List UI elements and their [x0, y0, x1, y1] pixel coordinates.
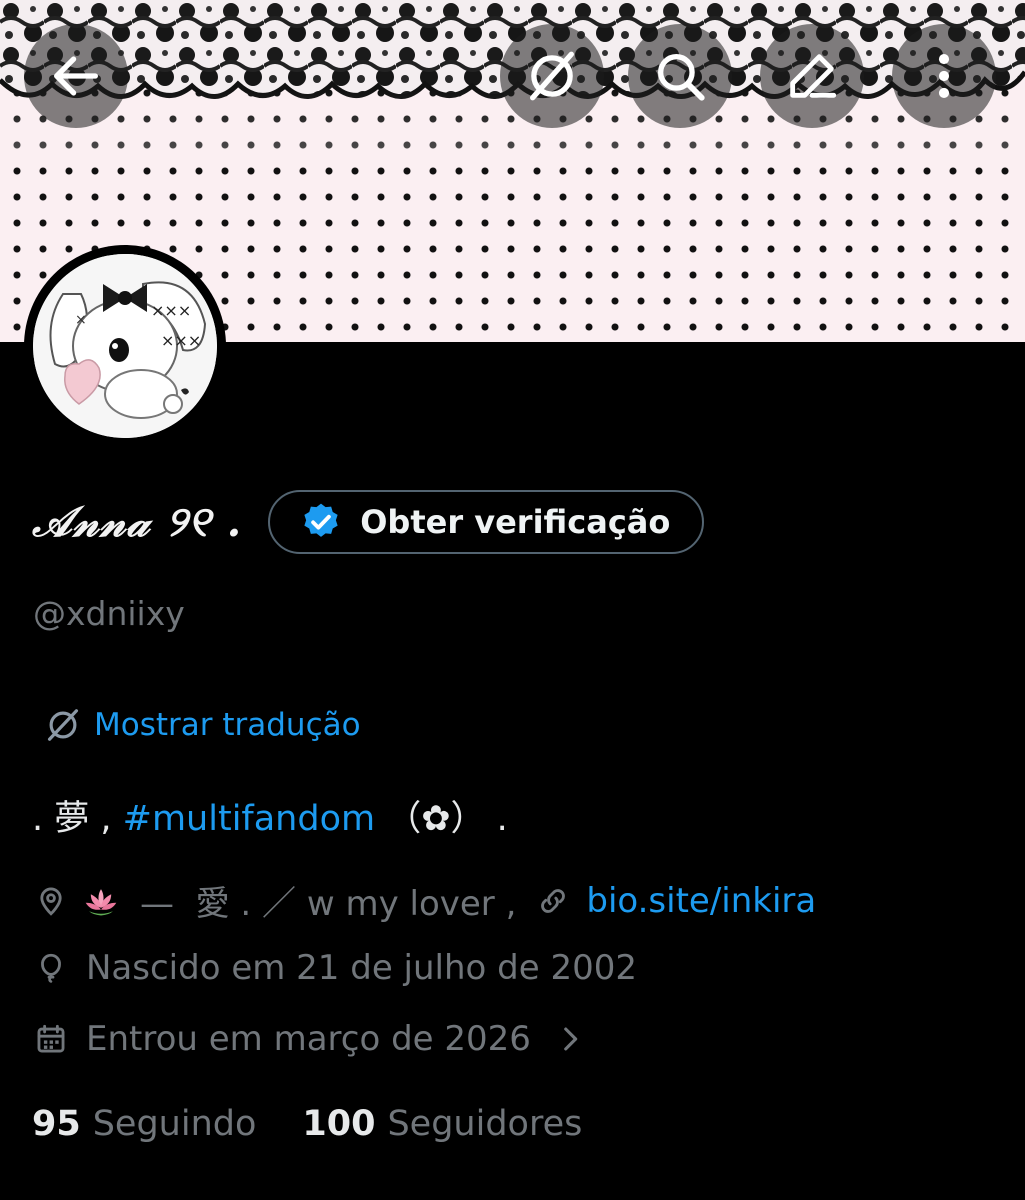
show-translation-label: Mostrar tradução — [94, 707, 361, 743]
display-name: 𝒜𝓃𝓃𝒶 ୨୧ . — [32, 497, 243, 546]
birthday-text: Nascido em 21 de julho de 2002 — [86, 948, 637, 988]
translate-off-icon — [530, 51, 574, 101]
svg-text:×××: ××× — [151, 301, 191, 320]
more-vertical-icon — [938, 54, 950, 98]
more-options-button[interactable] — [892, 24, 996, 128]
edit-icon — [790, 54, 837, 98]
svg-text:×: × — [75, 312, 87, 328]
birthday-row: Nascido em 21 de julho de 2002 — [34, 948, 637, 988]
joined-text: Entrou em março de 2026 — [86, 1019, 531, 1059]
bio-text: . 夢 , #multifandom （✿） . — [32, 790, 508, 841]
lotus-icon — [85, 888, 117, 915]
balloon-icon — [41, 953, 61, 983]
search-icon — [658, 54, 705, 101]
calendar-icon — [37, 1024, 65, 1053]
location-pin-icon — [40, 887, 62, 916]
name-row: 𝒜𝓃𝓃𝒶 ୨୧ . Obter verificação — [32, 490, 705, 554]
avatar[interactable]: ××× ××× × — [24, 245, 226, 447]
back-button[interactable] — [24, 24, 128, 128]
username-handle: @xdniixy — [33, 594, 185, 633]
search-button[interactable] — [628, 24, 732, 128]
followers-count: 100 — [302, 1104, 376, 1144]
verified-badge-icon — [304, 503, 338, 537]
hashtag-link[interactable]: #multifandom — [123, 799, 375, 839]
location-row: — 愛 . ／ w my lover , bio.site/inkira — [34, 876, 816, 925]
website-link[interactable]: bio.site/inkira — [586, 881, 816, 921]
bio-prefix: . 夢 , — [32, 799, 123, 839]
following-label: Seguindo — [92, 1104, 257, 1144]
bio-suffix: （✿） . — [375, 799, 508, 839]
translate-off-icon — [47, 709, 79, 741]
show-translation-link[interactable]: Mostrar tradução — [44, 706, 361, 744]
get-verified-label: Obter verificação — [360, 503, 671, 541]
follow-stats: 95 Seguindo 100 Seguidores — [32, 1104, 582, 1144]
avatar-image: ××× ××× × — [33, 254, 217, 438]
translate-toggle-button[interactable] — [500, 24, 604, 128]
chevron-right-icon — [564, 1027, 578, 1051]
arrow-left-icon — [54, 56, 98, 96]
location-text: — 愛 . ／ w my lover , — [140, 884, 517, 924]
get-verified-button[interactable]: Obter verificação — [268, 490, 705, 554]
followers-stat[interactable]: 100 Seguidores — [302, 1104, 582, 1144]
following-stat[interactable]: 95 Seguindo — [32, 1104, 256, 1144]
edit-profile-button[interactable] — [760, 24, 864, 128]
following-count: 95 — [32, 1104, 81, 1144]
link-icon — [541, 888, 566, 913]
followers-label: Seguidores — [387, 1104, 583, 1144]
svg-text:×××: ××× — [161, 331, 201, 350]
joined-row[interactable]: Entrou em março de 2026 — [34, 1019, 587, 1059]
